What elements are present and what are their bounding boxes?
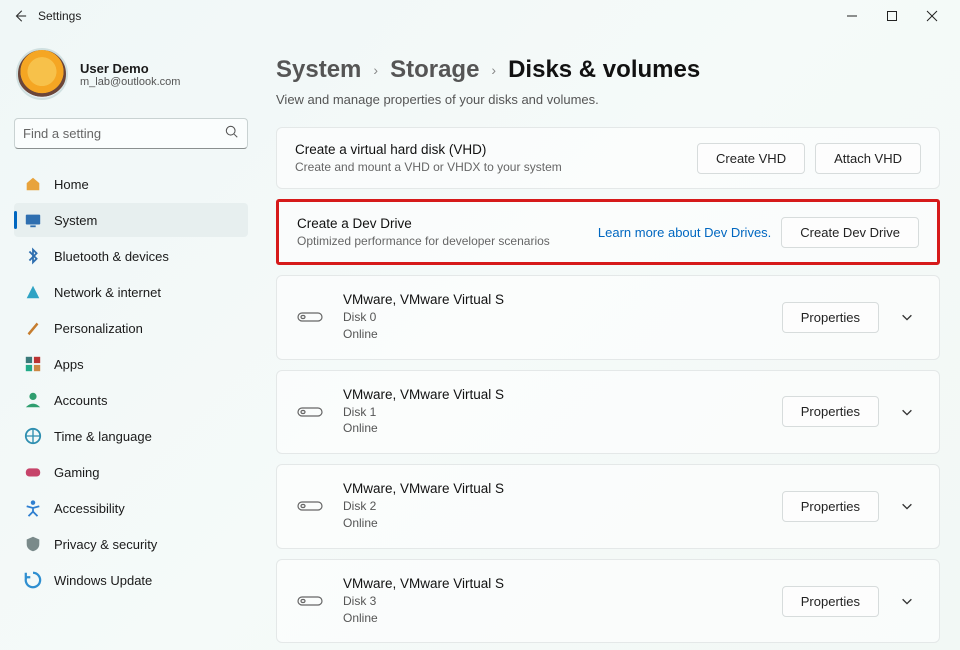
sidebar-item-label: System: [54, 213, 97, 228]
sidebar-item-update[interactable]: Windows Update: [14, 563, 248, 597]
expand-button[interactable]: [893, 303, 921, 331]
disk-card: VMware, VMware Virtual S Disk 1 Online Prop…: [276, 370, 940, 455]
sidebar-item-globe[interactable]: Time & language: [14, 419, 248, 453]
disk-id: Disk 3: [343, 594, 376, 608]
sidebar-item-wifi[interactable]: Network & internet: [14, 275, 248, 309]
maximize-button[interactable]: [872, 2, 912, 30]
sidebar-item-shield[interactable]: Privacy & security: [14, 527, 248, 561]
disk-status: Online: [343, 327, 378, 341]
avatar: [16, 48, 68, 100]
update-icon: [24, 571, 42, 589]
disk-id: Disk 0: [343, 310, 376, 324]
expand-button[interactable]: [893, 587, 921, 615]
disk-icon: [295, 405, 325, 419]
sidebar-item-game[interactable]: Gaming: [14, 455, 248, 489]
home-icon: [24, 175, 42, 193]
search-input[interactable]: [23, 126, 225, 141]
disk-name: VMware, VMware Virtual S: [343, 481, 504, 496]
disk-properties-button[interactable]: Properties: [782, 302, 879, 333]
dev-drive-learn-more-link[interactable]: Learn more about Dev Drives.: [598, 225, 771, 240]
sidebar-item-a11y[interactable]: Accessibility: [14, 491, 248, 525]
sidebar-item-label: Bluetooth & devices: [54, 249, 169, 264]
vhd-subtitle: Create and mount a VHD or VHDX to your s…: [295, 160, 562, 174]
a11y-icon: [24, 499, 42, 517]
globe-icon: [24, 427, 42, 445]
disk-status: Online: [343, 516, 378, 530]
breadcrumb-storage[interactable]: Storage: [390, 56, 479, 84]
profile-block[interactable]: User Demo m_lab@outlook.com: [14, 48, 248, 100]
create-vhd-button[interactable]: Create VHD: [697, 143, 805, 174]
disk-name: VMware, VMware Virtual S: [343, 292, 504, 307]
brush-icon: [24, 319, 42, 337]
disk-id: Disk 2: [343, 499, 376, 513]
sidebar-item-label: Personalization: [54, 321, 143, 336]
disk-name: VMware, VMware Virtual S: [343, 576, 504, 591]
user-email: m_lab@outlook.com: [80, 76, 180, 88]
dev-drive-title: Create a Dev Drive: [297, 216, 550, 231]
sidebar-item-person[interactable]: Accounts: [14, 383, 248, 417]
window-title: Settings: [38, 9, 81, 23]
chevron-right-icon: ›: [491, 62, 496, 78]
breadcrumb-system[interactable]: System: [276, 56, 361, 84]
chevron-right-icon: ›: [373, 62, 378, 78]
user-name: User Demo: [80, 61, 180, 76]
disk-properties-button[interactable]: Properties: [782, 586, 879, 617]
disk-card: VMware, VMware Virtual S Disk 3 Online Prop…: [276, 559, 940, 644]
disk-status: Online: [343, 611, 378, 625]
disk-status: Online: [343, 421, 378, 435]
expand-button[interactable]: [893, 492, 921, 520]
sidebar-item-brush[interactable]: Personalization: [14, 311, 248, 345]
disk-name: VMware, VMware Virtual S: [343, 387, 504, 402]
dev-drive-card: Create a Dev Drive Optimized performance…: [276, 199, 940, 265]
person-icon: [24, 391, 42, 409]
wifi-icon: [24, 283, 42, 301]
sidebar-item-label: Time & language: [54, 429, 152, 444]
disk-properties-button[interactable]: Properties: [782, 396, 879, 427]
main-content: System › Storage › Disks & volumes View …: [258, 32, 960, 650]
game-icon: [24, 463, 42, 481]
page-subtitle: View and manage properties of your disks…: [276, 92, 940, 107]
disk-icon: [295, 310, 325, 324]
disk-id: Disk 1: [343, 405, 376, 419]
sidebar-item-apps[interactable]: Apps: [14, 347, 248, 381]
sidebar-item-label: Accessibility: [54, 501, 125, 516]
back-button[interactable]: [8, 4, 32, 28]
title-bar: Settings: [0, 0, 960, 32]
disk-icon: [295, 594, 325, 608]
shield-icon: [24, 535, 42, 553]
sidebar-item-label: Windows Update: [54, 573, 152, 588]
sidebar-item-label: Apps: [54, 357, 84, 372]
sidebar-item-label: Network & internet: [54, 285, 161, 300]
sidebar-item-home[interactable]: Home: [14, 167, 248, 201]
system-icon: [24, 211, 42, 229]
bluetooth-icon: [24, 247, 42, 265]
sidebar-item-label: Gaming: [54, 465, 100, 480]
dev-drive-subtitle: Optimized performance for developer scen…: [297, 234, 550, 248]
close-button[interactable]: [912, 2, 952, 30]
sidebar-item-label: Privacy & security: [54, 537, 157, 552]
breadcrumb-current: Disks & volumes: [508, 56, 700, 84]
sidebar-item-label: Accounts: [54, 393, 107, 408]
breadcrumb: System › Storage › Disks & volumes: [276, 56, 940, 84]
disk-properties-button[interactable]: Properties: [782, 491, 879, 522]
disk-icon: [295, 499, 325, 513]
apps-icon: [24, 355, 42, 373]
search-icon: [225, 125, 239, 142]
sidebar-item-bluetooth[interactable]: Bluetooth & devices: [14, 239, 248, 273]
search-box[interactable]: [14, 118, 248, 149]
sidebar-item-system[interactable]: System: [14, 203, 248, 237]
vhd-title: Create a virtual hard disk (VHD): [295, 142, 562, 157]
expand-button[interactable]: [893, 398, 921, 426]
minimize-button[interactable]: [832, 2, 872, 30]
vhd-card: Create a virtual hard disk (VHD) Create …: [276, 127, 940, 189]
nav-list: Home System Bluetooth & devices Network & i…: [14, 167, 248, 597]
create-dev-drive-button[interactable]: Create Dev Drive: [781, 217, 919, 248]
sidebar: User Demo m_lab@outlook.com Home System Bl…: [0, 32, 258, 650]
sidebar-item-label: Home: [54, 177, 89, 192]
disk-card: VMware, VMware Virtual S Disk 0 Online Prop…: [276, 275, 940, 360]
attach-vhd-button[interactable]: Attach VHD: [815, 143, 921, 174]
disk-card: VMware, VMware Virtual S Disk 2 Online Prop…: [276, 464, 940, 549]
